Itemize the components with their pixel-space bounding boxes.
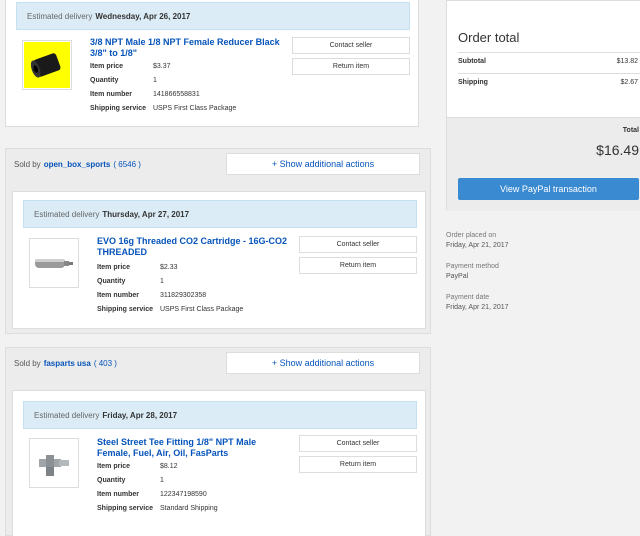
payment-method: Payment method PayPal	[446, 263, 499, 280]
order-total-title: Order total	[458, 30, 520, 45]
show-additional-actions-button[interactable]: + Show additional actions	[226, 352, 420, 374]
return-item-button[interactable]: Return item	[299, 456, 417, 473]
item-price: Item price $3.37	[90, 63, 171, 70]
return-item-button[interactable]: Return item	[292, 58, 410, 75]
sold-by: Sold by fasparts usa ( 403 )	[14, 358, 117, 368]
item-quantity: Quantity 1	[90, 77, 157, 84]
item-quantity: Quantity 1	[97, 278, 164, 285]
shipping-row: Shipping $2.67	[458, 79, 638, 86]
order-card: Estimated delivery Thursday, Apr 27, 2017…	[12, 191, 426, 329]
item-thumbnail[interactable]	[29, 238, 79, 288]
tee-fitting-image	[39, 455, 69, 476]
shipping-service: Shipping service USPS First Class Package	[90, 105, 237, 112]
cartridge-image	[35, 259, 73, 268]
sold-by: Sold by open_box_sports ( 6546 )	[14, 159, 141, 169]
seller-link[interactable]: fasparts usa	[44, 359, 91, 368]
item-quantity: Quantity 1	[97, 477, 164, 484]
item-price: Item price $8.12	[97, 463, 178, 470]
contact-seller-button[interactable]: Contact seller	[292, 37, 410, 54]
estimated-delivery: Estimated delivery Friday, Apr 28, 2017	[23, 401, 417, 429]
seller-section: Sold by open_box_sports ( 6546 ) + Show …	[5, 148, 431, 334]
contact-seller-button[interactable]: Contact seller	[299, 236, 417, 253]
delivery-date: Friday, Apr 28, 2017	[102, 410, 178, 420]
item-price: Item price $2.33	[97, 264, 178, 271]
item-title-link[interactable]: 3/8 NPT Male 1/8 NPT Female Reducer Blac…	[90, 37, 284, 59]
feedback-score[interactable]: ( 403 )	[94, 359, 117, 368]
total-amount: $16.49	[596, 142, 639, 158]
shipping-service: Shipping service Standard Shipping	[97, 505, 218, 512]
item-thumbnail[interactable]	[22, 40, 72, 90]
payment-date: Payment date Friday, Apr 21, 2017	[446, 294, 509, 311]
contact-seller-button[interactable]: Contact seller	[299, 435, 417, 452]
order-placed: Order placed on Friday, Apr 21, 2017	[446, 232, 509, 249]
item-number: Item number 311829302358	[97, 292, 207, 299]
item-number: Item number 141866558831	[90, 91, 200, 98]
order-card: Estimated delivery Friday, Apr 28, 2017 S…	[12, 390, 426, 536]
seller-link[interactable]: open_box_sports	[44, 160, 111, 169]
order-card: Estimated delivery Wednesday, Apr 26, 201…	[5, 0, 419, 127]
feedback-score[interactable]: ( 6546 )	[113, 160, 141, 169]
item-number: Item number 122347198590	[97, 491, 207, 498]
estimated-delivery: Estimated delivery Thursday, Apr 27, 2017	[23, 200, 417, 228]
delivery-date: Wednesday, Apr 26, 2017	[95, 11, 191, 21]
reducer-image	[24, 42, 70, 88]
item-thumbnail[interactable]	[29, 438, 79, 488]
divider	[458, 52, 640, 53]
item-title-link[interactable]: EVO 16g Threaded CO2 Cartridge - 16G-CO2…	[97, 236, 291, 258]
shipping-service: Shipping service USPS First Class Package	[97, 306, 244, 313]
delivery-date: Thursday, Apr 27, 2017	[102, 209, 190, 219]
orders-column: Estimated delivery Wednesday, Apr 26, 201…	[5, 0, 431, 536]
subtotal-row: Subtotal $13.82	[458, 58, 638, 65]
item-title-link[interactable]: Steel Street Tee Fitting 1/8" NPT Male F…	[97, 437, 291, 459]
order-total-box: Order total Subtotal $13.82 Shipping $2.67…	[446, 0, 640, 211]
return-item-button[interactable]: Return item	[299, 257, 417, 274]
order-summary: Order total Subtotal $13.82 Shipping $2.67…	[446, 0, 640, 536]
show-additional-actions-button[interactable]: + Show additional actions	[226, 153, 420, 175]
divider	[458, 73, 640, 74]
seller-section: Sold by fasparts usa ( 403 ) + Show addi…	[5, 347, 431, 536]
view-paypal-transaction-button[interactable]: View PayPal transaction	[458, 178, 639, 200]
estimated-delivery: Estimated delivery Wednesday, Apr 26, 201…	[16, 2, 410, 30]
